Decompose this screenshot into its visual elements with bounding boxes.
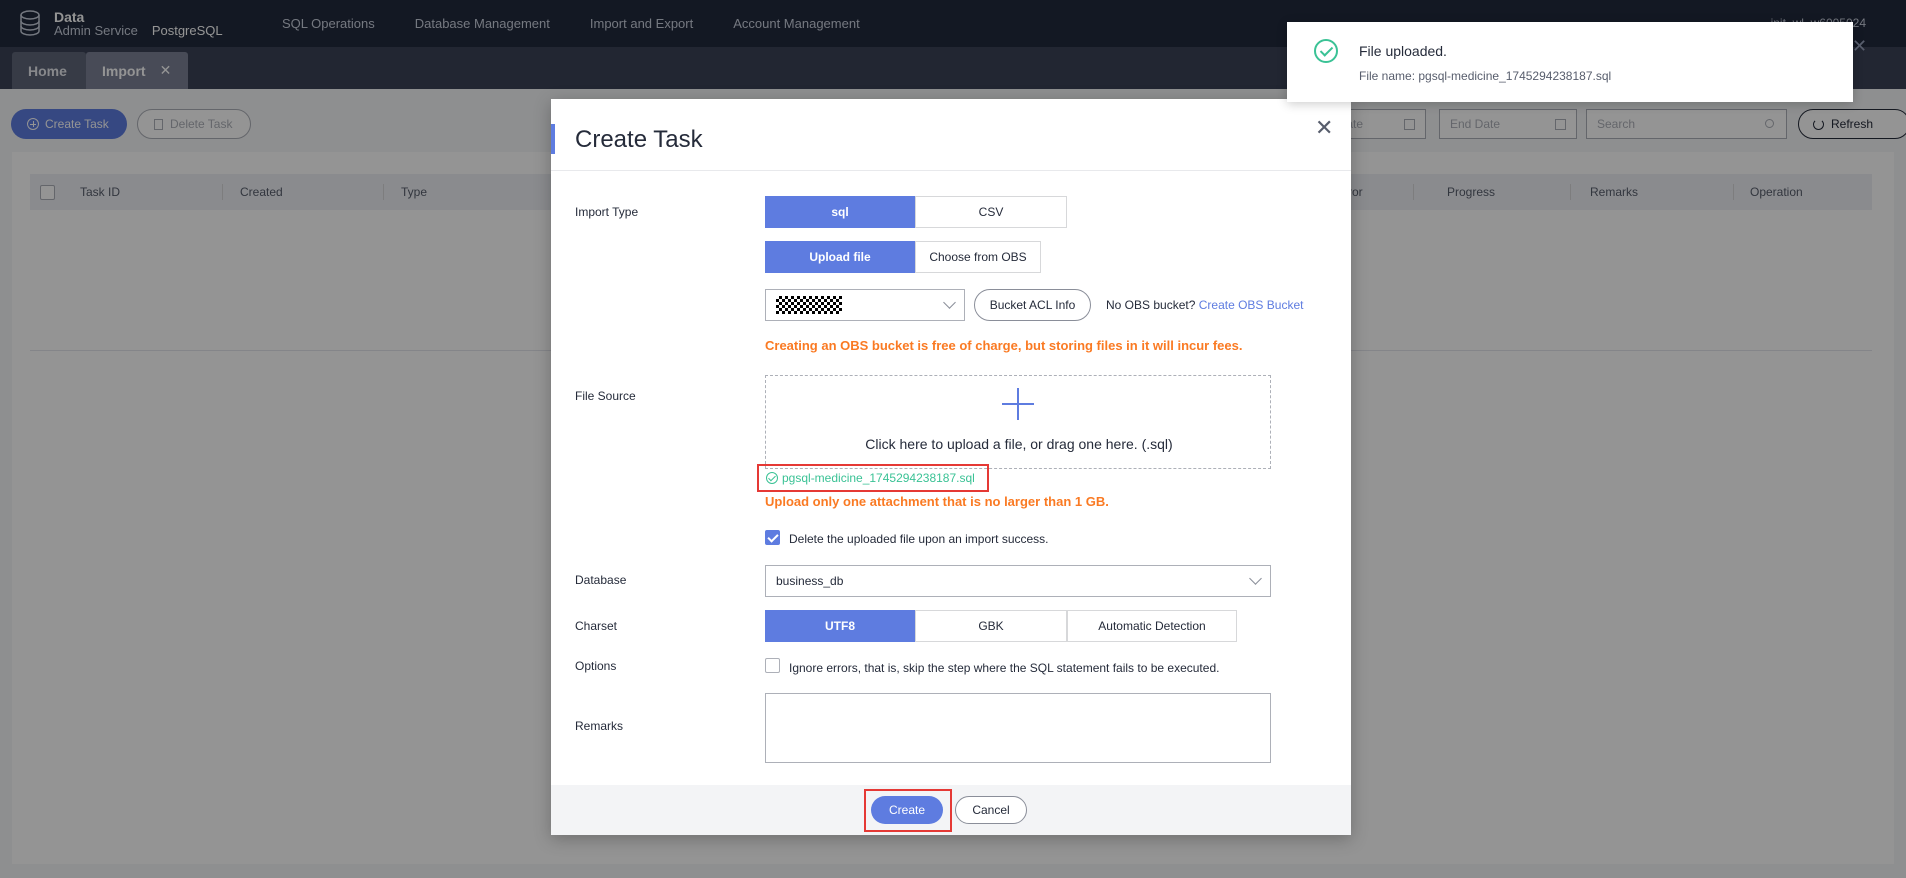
database-value: business_db <box>776 574 844 588</box>
ignore-errors-label: Ignore errors, that is, skip the step wh… <box>789 661 1220 675</box>
bucket-acl-info-button[interactable]: Bucket ACL Info <box>974 289 1091 321</box>
remarks-textarea[interactable] <box>765 693 1271 763</box>
redacted-bucket-name <box>776 296 842 314</box>
charset-gbk[interactable]: GBK <box>915 610 1067 642</box>
database-select[interactable]: business_db <box>765 565 1271 597</box>
remarks-label: Remarks <box>575 719 624 733</box>
uploaded-file-name: pgsql-medicine_1745294238187.sql <box>782 471 975 485</box>
obs-bucket-select[interactable] <box>765 289 965 321</box>
dialog-title: Create Task <box>575 126 703 153</box>
file-dropzone[interactable]: Click here to upload a file, or drag one… <box>765 375 1271 469</box>
title-accent-bar <box>551 124 555 154</box>
ignore-errors-checkbox[interactable] <box>765 658 780 673</box>
delete-after-import-label: Delete the uploaded file upon an import … <box>789 532 1049 546</box>
dropzone-text: Click here to upload a file, or drag one… <box>865 436 1173 452</box>
dialog-header-divider <box>551 170 1351 171</box>
no-bucket-text: No OBS bucket? Create OBS Bucket <box>1106 298 1303 312</box>
create-obs-bucket-link[interactable]: Create OBS Bucket <box>1199 298 1304 312</box>
import-type-label: Import Type <box>575 205 639 219</box>
success-check-icon <box>1314 39 1338 63</box>
cancel-button[interactable]: Cancel <box>955 796 1027 824</box>
source-upload-file[interactable]: Upload file <box>765 241 915 273</box>
import-type-sql[interactable]: sql <box>765 196 915 228</box>
delete-after-import-checkbox[interactable] <box>765 530 780 545</box>
check-circle-icon <box>766 472 778 484</box>
dialog-close-icon[interactable]: ✕ <box>1315 115 1333 141</box>
import-type-selector: sql CSV <box>765 196 1067 228</box>
toast-close-icon[interactable]: ✕ <box>1852 36 1867 57</box>
charset-label: Charset <box>575 619 618 633</box>
source-choose-obs[interactable]: Choose from OBS <box>915 241 1041 273</box>
uploaded-file-item[interactable]: pgsql-medicine_1745294238187.sql <box>757 464 989 492</box>
charset-utf8[interactable]: UTF8 <box>765 610 915 642</box>
options-label: Options <box>575 659 617 673</box>
no-bucket-label: No OBS bucket? <box>1106 298 1196 312</box>
upload-size-warning: Upload only one attachment that is no la… <box>765 494 1109 509</box>
bucket-fee-warning: Creating an OBS bucket is free of charge… <box>765 338 1243 353</box>
toast-title: File uploaded. <box>1359 43 1447 59</box>
import-type-csv[interactable]: CSV <box>915 196 1067 228</box>
database-label: Database <box>575 573 627 587</box>
upload-success-toast: File uploaded. File name: pgsql-medicine… <box>1287 22 1867 102</box>
plus-icon <box>1002 388 1034 420</box>
file-source-label: File Source <box>575 389 636 403</box>
chevron-down-icon <box>1249 572 1262 585</box>
create-button[interactable]: Create <box>871 796 943 824</box>
chevron-down-icon <box>943 296 956 309</box>
file-source-selector: Upload file Choose from OBS <box>765 241 1041 273</box>
toast-body: File name: pgsql-medicine_1745294238187.… <box>1359 69 1612 83</box>
create-task-dialog: Create Task ✕ Import Type sql CSV Upload… <box>551 99 1351 835</box>
charset-selector: UTF8 GBK Automatic Detection <box>765 610 1237 642</box>
charset-auto-detect[interactable]: Automatic Detection <box>1067 610 1237 642</box>
